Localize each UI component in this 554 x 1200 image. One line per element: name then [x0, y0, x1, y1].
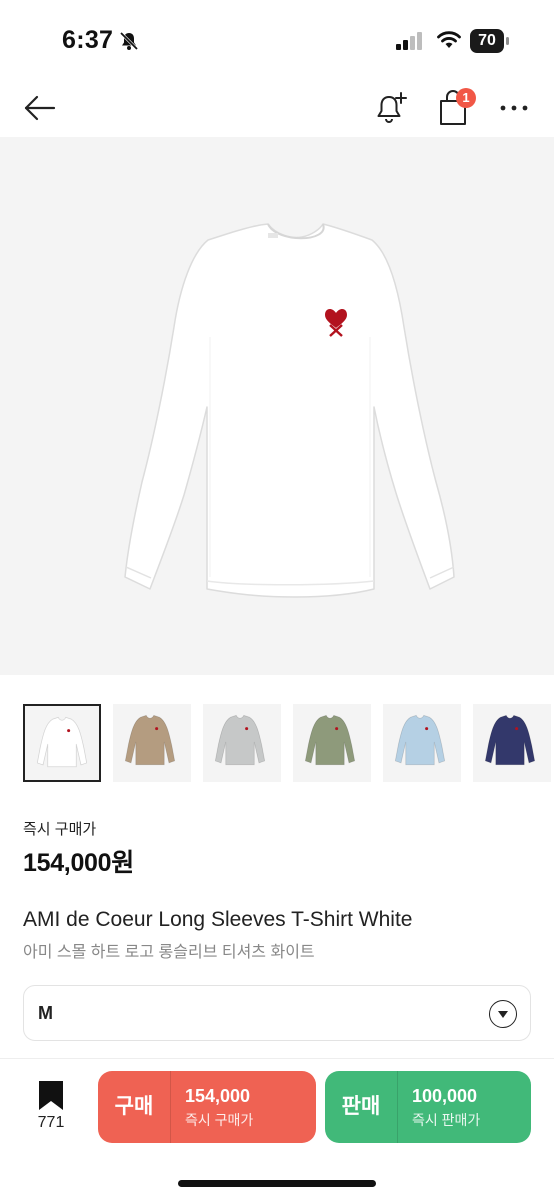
bookmark-icon: [39, 1081, 63, 1110]
tshirt-thumbnail-icon: [124, 714, 176, 766]
color-thumbnail[interactable]: [473, 704, 551, 782]
product-image[interactable]: [0, 137, 554, 675]
color-thumbnail[interactable]: [203, 704, 281, 782]
battery-level: 70: [470, 29, 504, 53]
sell-price: 100,000: [412, 1086, 478, 1106]
instant-buy-price: 154,000원: [23, 849, 134, 877]
buy-button[interactable]: 구매 154,000 즉시 구매가: [98, 1071, 316, 1143]
top-nav: 1: [0, 80, 554, 136]
color-thumbnail-strip: [23, 704, 554, 782]
wishlist-count: 771: [37, 1114, 65, 1131]
instant-buy-price-label: 즉시 구매가: [23, 821, 97, 838]
more-options-button[interactable]: [498, 96, 530, 120]
add-notification-button[interactable]: [372, 88, 410, 128]
color-thumbnail[interactable]: [383, 704, 461, 782]
bell-plus-icon: [377, 92, 407, 123]
selected-size: M: [38, 1003, 53, 1023]
back-button[interactable]: [22, 90, 58, 126]
tshirt-thumbnail-icon: [484, 714, 536, 766]
buy-price-caption: 즉시 구매가: [185, 1112, 254, 1128]
wishlist-button[interactable]: 771: [26, 1078, 76, 1138]
color-thumbnail[interactable]: [23, 704, 101, 782]
divider: [0, 1058, 554, 1059]
tshirt-thumbnail-icon: [36, 716, 88, 768]
more-horizontal-icon: [500, 105, 528, 111]
color-thumbnail[interactable]: [293, 704, 371, 782]
shopping-bag-button[interactable]: 1: [434, 86, 476, 128]
buy-label: 구매: [114, 1095, 154, 1118]
buy-price: 154,000: [185, 1086, 251, 1106]
home-indicator: [178, 1180, 376, 1187]
sell-label: 판매: [341, 1095, 381, 1118]
buy-separator: [170, 1071, 171, 1143]
wifi-icon: [437, 31, 461, 48]
arrow-left-icon: [24, 95, 56, 121]
tshirt-thumbnail-icon: [304, 714, 356, 766]
chevron-down-icon: [489, 1000, 517, 1028]
size-select[interactable]: M: [23, 985, 531, 1041]
white-long-sleeve-tshirt-image: [124, 223, 455, 598]
cellular-signal-icon: [396, 32, 422, 50]
color-thumbnail[interactable]: [113, 704, 191, 782]
product-title: AMI de Coeur Long Sleeves T-Shirt White: [23, 908, 413, 931]
cart-count-badge: 1: [456, 88, 476, 108]
battery-cap: [506, 37, 509, 45]
sell-price-caption: 즉시 판매가: [412, 1112, 481, 1128]
battery-indicator: 70: [470, 29, 510, 53]
tshirt-thumbnail-icon: [394, 714, 446, 766]
bell-muted-icon: [119, 31, 139, 51]
status-time: 6:37: [62, 26, 114, 54]
sell-separator: [397, 1071, 398, 1143]
tshirt-thumbnail-icon: [214, 714, 266, 766]
status-bar: 6:37 70: [0, 0, 554, 80]
product-subtitle-korean: 아미 스몰 하트 로고 롱슬리브 티셔츠 화이트: [23, 944, 315, 961]
sell-button[interactable]: 판매 100,000 즉시 판매가: [325, 1071, 531, 1143]
